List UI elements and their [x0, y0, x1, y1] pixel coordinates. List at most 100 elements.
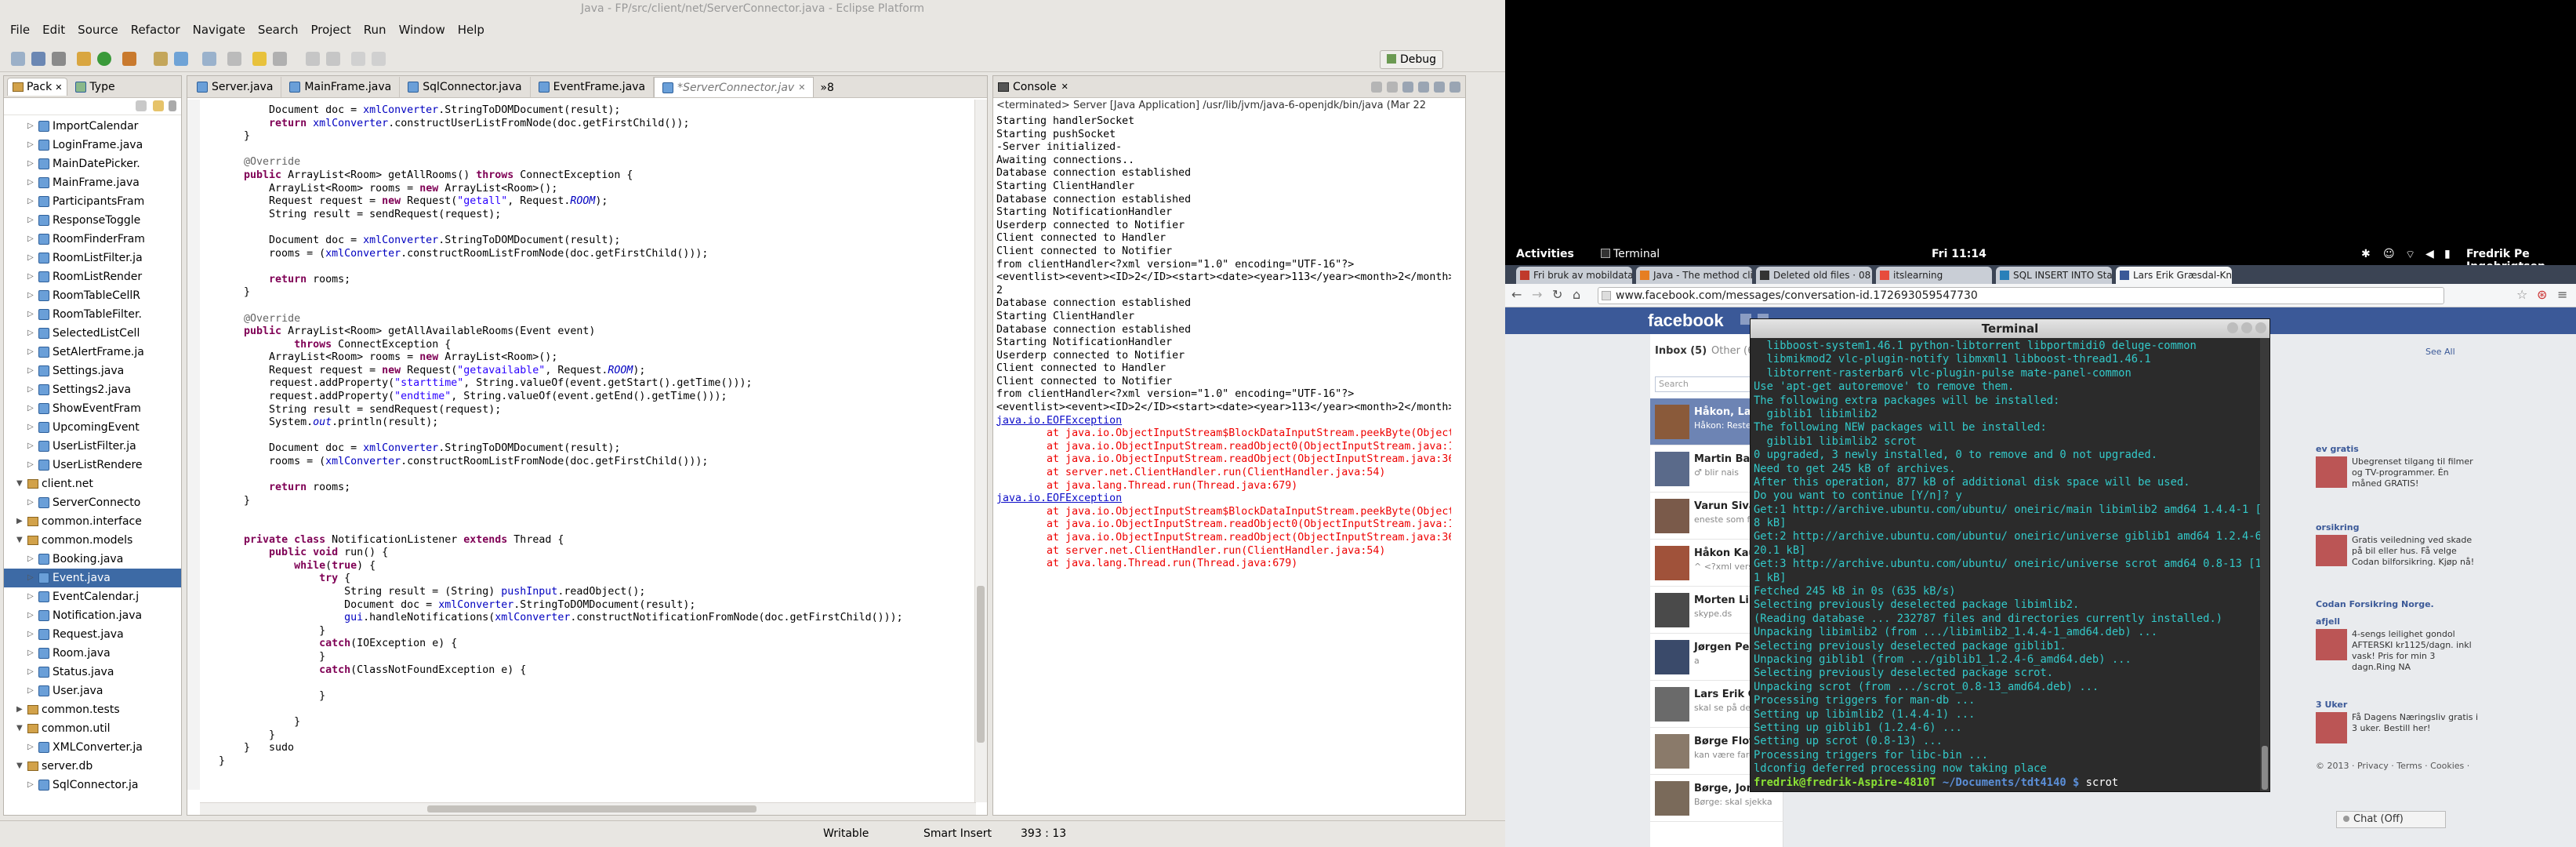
terminal-output[interactable]: libboost-system1.46.1 python-libtorrent …: [1751, 338, 2260, 791]
maximize-icon[interactable]: [2241, 322, 2252, 333]
tree-item[interactable]: ▶ common.interface: [4, 512, 181, 531]
bluetooth-icon[interactable]: ✱: [2361, 248, 2371, 260]
new-icon[interactable]: [11, 52, 25, 66]
browser-tab[interactable]: Java - The method cli: [1636, 267, 1752, 284]
wifi-icon[interactable]: ⌔: [2405, 248, 2415, 262]
accessibility-icon[interactable]: ☺: [2383, 248, 2395, 260]
collapsed-arrow-icon[interactable]: ▶: [16, 512, 24, 531]
address-bar[interactable]: www.facebook.com/messages/conversation-i…: [1598, 287, 2444, 304]
debug-perspective-button[interactable]: Debug: [1380, 50, 1444, 69]
exception-link[interactable]: java.io.EOFException: [996, 493, 1451, 506]
scroll-thumb[interactable]: [2262, 746, 2268, 790]
tree-item[interactable]: ▷ Booking.java: [4, 550, 181, 569]
new-package-icon[interactable]: [154, 52, 168, 66]
clock[interactable]: Fri 11:14: [1932, 248, 1986, 260]
reload-icon[interactable]: ↻: [1552, 287, 1562, 302]
close-icon[interactable]: ✕: [1061, 82, 1068, 92]
forward-icon[interactable]: →: [1532, 287, 1542, 302]
tree-item[interactable]: ▷ UpcomingEvent: [4, 418, 181, 437]
tree-item[interactable]: ▷ ShowEventFram: [4, 399, 181, 418]
next-annotation-icon[interactable]: [306, 52, 320, 66]
new-class-icon[interactable]: [174, 52, 188, 66]
close-icon[interactable]: ✕: [55, 82, 62, 93]
tree-item[interactable]: ▷ RoomListFilter.ja: [4, 249, 181, 267]
display-console-icon[interactable]: [1449, 81, 1460, 93]
home-icon[interactable]: ⌂: [1573, 287, 1580, 302]
tree-item[interactable]: ▷ UserListFilter.ja: [4, 437, 181, 456]
back-icon[interactable]: ←: [1511, 287, 1522, 302]
debug-icon[interactable]: [77, 52, 91, 66]
activities-button[interactable]: Activities: [1516, 248, 1574, 260]
open-type-icon[interactable]: [202, 52, 216, 66]
menu-run[interactable]: Run: [358, 20, 392, 41]
sponsored-ad[interactable]: orsikring Gratis veiledning ved skade på …: [2316, 522, 2480, 568]
tree-item[interactable]: ▷ Event.java: [4, 569, 181, 587]
tree-item[interactable]: ▼ client.net: [4, 474, 181, 493]
tree-item[interactable]: ▷ MainDatePicker.: [4, 154, 181, 173]
browser-tab[interactable]: Lars Erik Græsdal-Kn: [2116, 267, 2232, 284]
expanded-arrow-icon[interactable]: ▼: [16, 757, 24, 776]
editor-tab[interactable]: EventFrame.java: [531, 77, 655, 97]
editor-tab[interactable]: Server.java: [189, 77, 282, 97]
scroll-thumb[interactable]: [977, 586, 985, 743]
terminate-icon[interactable]: [1371, 81, 1382, 93]
menu-file[interactable]: File: [5, 20, 35, 41]
sponsored-ad[interactable]: Codan Forsikring Norge.: [2316, 599, 2480, 610]
tree-item[interactable]: ▷ Request.java: [4, 625, 181, 644]
extension-icon[interactable]: ⊛: [2537, 287, 2547, 302]
tab-package-explorer[interactable]: Pack ✕: [7, 78, 68, 96]
editor-vertical-scrollbar[interactable]: [974, 100, 987, 802]
tab-type-hierarchy[interactable]: Type: [71, 78, 119, 96]
menu-navigate[interactable]: Navigate: [187, 20, 251, 41]
menu-source[interactable]: Source: [72, 20, 124, 41]
tree-item[interactable]: ▷ RoomListRender: [4, 267, 181, 286]
expanded-arrow-icon[interactable]: ▼: [16, 719, 24, 738]
tree-item[interactable]: ▼ common.util: [4, 719, 181, 738]
tree-item[interactable]: ▼ server.db: [4, 757, 181, 776]
toggle-block-icon[interactable]: [273, 52, 287, 66]
scroll-lock-icon[interactable]: [1418, 81, 1429, 93]
forward-icon[interactable]: [372, 52, 386, 66]
link-editor-icon[interactable]: [153, 100, 164, 111]
tree-item[interactable]: ▷ Settings2.java: [4, 380, 181, 399]
tree-item[interactable]: ▷ UserListRendere: [4, 456, 181, 474]
minimize-icon[interactable]: [2227, 322, 2238, 333]
search-icon[interactable]: [227, 52, 241, 66]
tree-item[interactable]: ▷ Settings.java: [4, 362, 181, 380]
tab-overflow-button[interactable]: »8: [814, 78, 840, 97]
tree-item[interactable]: ▷ RoomTableCellR: [4, 286, 181, 305]
menu-refactor[interactable]: Refactor: [125, 20, 186, 41]
tree-item[interactable]: ▷ SqlConnector.ja: [4, 776, 181, 794]
tree-item[interactable]: ▷ ParticipantsFram: [4, 192, 181, 211]
browser-tab[interactable]: Deleted old files · 08: [1756, 267, 1872, 284]
tree-item[interactable]: ▷ RoomTableFilter.: [4, 305, 181, 324]
tree-item[interactable]: ▷ RoomFinderFram: [4, 230, 181, 249]
tree-item[interactable]: ▷ MainFrame.java: [4, 173, 181, 192]
footer-links[interactable]: © 2013 · Privacy · Terms · Cookies ·: [2316, 761, 2469, 771]
volume-icon[interactable]: ◀: [2425, 248, 2434, 260]
tree-item[interactable]: ▷ ImportCalendar: [4, 117, 181, 136]
coverage-icon[interactable]: [122, 52, 136, 66]
facebook-logo[interactable]: facebook: [1648, 311, 1724, 331]
tree-item[interactable]: ▷ XMLConverter.ja: [4, 738, 181, 757]
code-area[interactable]: Document doc = xmlConverter.StringToDOMD…: [219, 104, 971, 794]
editor-tab[interactable]: *ServerConnector.jav ✕: [654, 77, 815, 97]
exception-link[interactable]: java.io.EOFException: [996, 415, 1451, 428]
tree-item[interactable]: ▷ EventCalendar.j: [4, 587, 181, 606]
view-menu-icon[interactable]: [169, 100, 176, 111]
close-icon[interactable]: [2255, 322, 2266, 333]
editor-tab[interactable]: SqlConnector.java: [400, 77, 531, 97]
tree-item[interactable]: ▷ ResponseToggle: [4, 211, 181, 230]
collapse-all-icon[interactable]: [136, 100, 147, 111]
tree-item[interactable]: ▷ User.java: [4, 682, 181, 700]
battery-icon[interactable]: ▮: [2444, 248, 2451, 260]
terminal-scrollbar[interactable]: [2260, 338, 2269, 791]
run-icon[interactable]: [97, 52, 111, 66]
pin-console-icon[interactable]: [1434, 81, 1445, 93]
menu-search[interactable]: Search: [252, 20, 304, 41]
tree-item[interactable]: ▶ common.tests: [4, 700, 181, 719]
sponsored-ad[interactable]: 3 Uker Få Dagens Næringsliv gratis i 3 uk…: [2316, 700, 2480, 743]
browser-tab[interactable]: itslearning: [1876, 267, 1992, 284]
editor-tab[interactable]: MainFrame.java: [281, 77, 401, 97]
close-icon[interactable]: ✕: [798, 82, 805, 93]
